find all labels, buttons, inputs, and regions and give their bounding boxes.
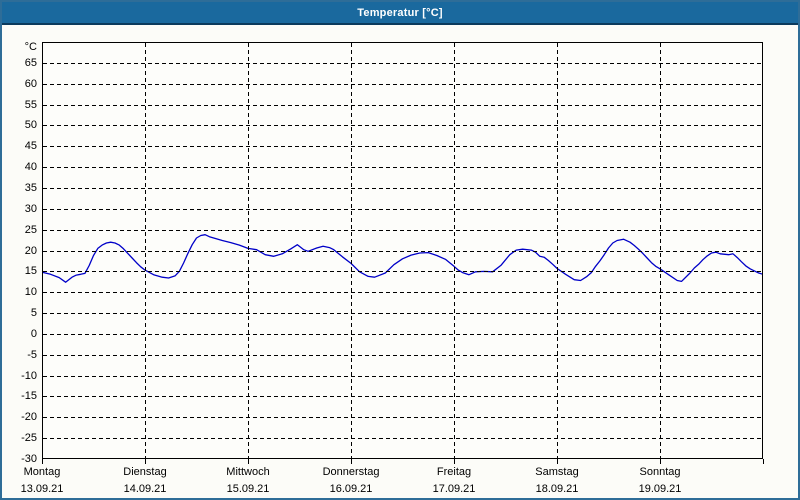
h-gridline — [43, 188, 762, 189]
y-tick-label: -25 — [21, 432, 37, 444]
h-gridline — [43, 125, 762, 126]
h-gridline — [43, 146, 762, 147]
y-tick-label: 10 — [24, 286, 37, 298]
x-axis-tick — [351, 459, 352, 464]
v-gridline — [454, 43, 455, 458]
x-day-label: Freitag — [436, 466, 472, 478]
x-date-label: 13.09.21 — [20, 483, 64, 495]
h-gridline — [43, 292, 762, 293]
h-gridline — [43, 271, 762, 272]
y-tick-label: 30 — [24, 203, 37, 215]
v-gridline — [248, 43, 249, 458]
y-tick-label: 60 — [24, 78, 37, 90]
h-gridline — [43, 251, 762, 252]
x-day-label: Montag — [23, 466, 61, 478]
x-axis-tick — [42, 459, 43, 464]
h-gridline — [43, 167, 762, 168]
y-tick-label: 45 — [24, 140, 37, 152]
x-axis-tick — [248, 459, 249, 464]
h-gridline — [43, 84, 762, 85]
v-gridline — [351, 43, 352, 458]
y-tick-label: 50 — [24, 119, 37, 131]
x-day-label: Mittwoch — [226, 466, 270, 478]
y-tick-label: -15 — [21, 390, 37, 402]
x-date-label: 16.09.21 — [329, 483, 373, 495]
h-gridline — [43, 313, 762, 314]
v-gridline — [660, 43, 661, 458]
x-date-label: 14.09.21 — [123, 483, 167, 495]
window-title-bar[interactable]: Temperatur [°C] — [2, 2, 798, 25]
y-tick-label: 55 — [24, 99, 37, 111]
x-axis-tick — [763, 459, 764, 464]
y-tick-label: -10 — [21, 370, 37, 382]
y-tick-label: 15 — [24, 265, 37, 277]
h-gridline — [43, 63, 762, 64]
temperature-line — [43, 234, 762, 283]
y-tick-label: 0 — [30, 328, 37, 340]
x-day-label: Dienstag — [123, 466, 167, 478]
x-day-label: Sonntag — [639, 466, 681, 478]
chart-window: Temperatur [°C] °C 65 60 55 50 45 40 35 30 25 20 15… — [0, 0, 800, 500]
y-tick-label: 25 — [24, 224, 37, 236]
x-axis-tick — [557, 459, 558, 464]
v-gridline — [145, 43, 146, 458]
y-tick-label: 40 — [24, 161, 37, 173]
x-day-label: Samstag — [535, 466, 579, 478]
x-date-label: 15.09.21 — [226, 483, 270, 495]
x-day-label: Donnerstag — [322, 466, 380, 478]
x-date-label: 17.09.21 — [432, 483, 476, 495]
y-tick-label: -20 — [21, 411, 37, 423]
h-gridline — [43, 230, 762, 231]
y-tick-label: 35 — [24, 182, 37, 194]
h-gridline — [43, 376, 762, 377]
y-tick-label: -30 — [21, 453, 37, 465]
v-gridline — [557, 43, 558, 458]
h-gridline — [43, 396, 762, 397]
h-gridline — [43, 438, 762, 439]
x-date-label: 19.09.21 — [638, 483, 682, 495]
y-tick-label: 5 — [30, 307, 37, 319]
h-gridline — [43, 355, 762, 356]
x-date-label: 18.09.21 — [535, 483, 579, 495]
h-gridline — [43, 334, 762, 335]
y-tick-label: 65 — [24, 57, 37, 69]
h-gridline — [43, 105, 762, 106]
y-tick-label: 20 — [24, 245, 37, 257]
h-gridline — [43, 417, 762, 418]
x-axis-tick — [145, 459, 146, 464]
h-gridline — [43, 209, 762, 210]
y-tick-label: -5 — [27, 349, 37, 361]
x-axis-tick — [660, 459, 661, 464]
window-title: Temperatur [°C] — [357, 6, 443, 19]
x-axis-tick — [454, 459, 455, 464]
y-axis-unit-label: °C — [24, 41, 37, 53]
